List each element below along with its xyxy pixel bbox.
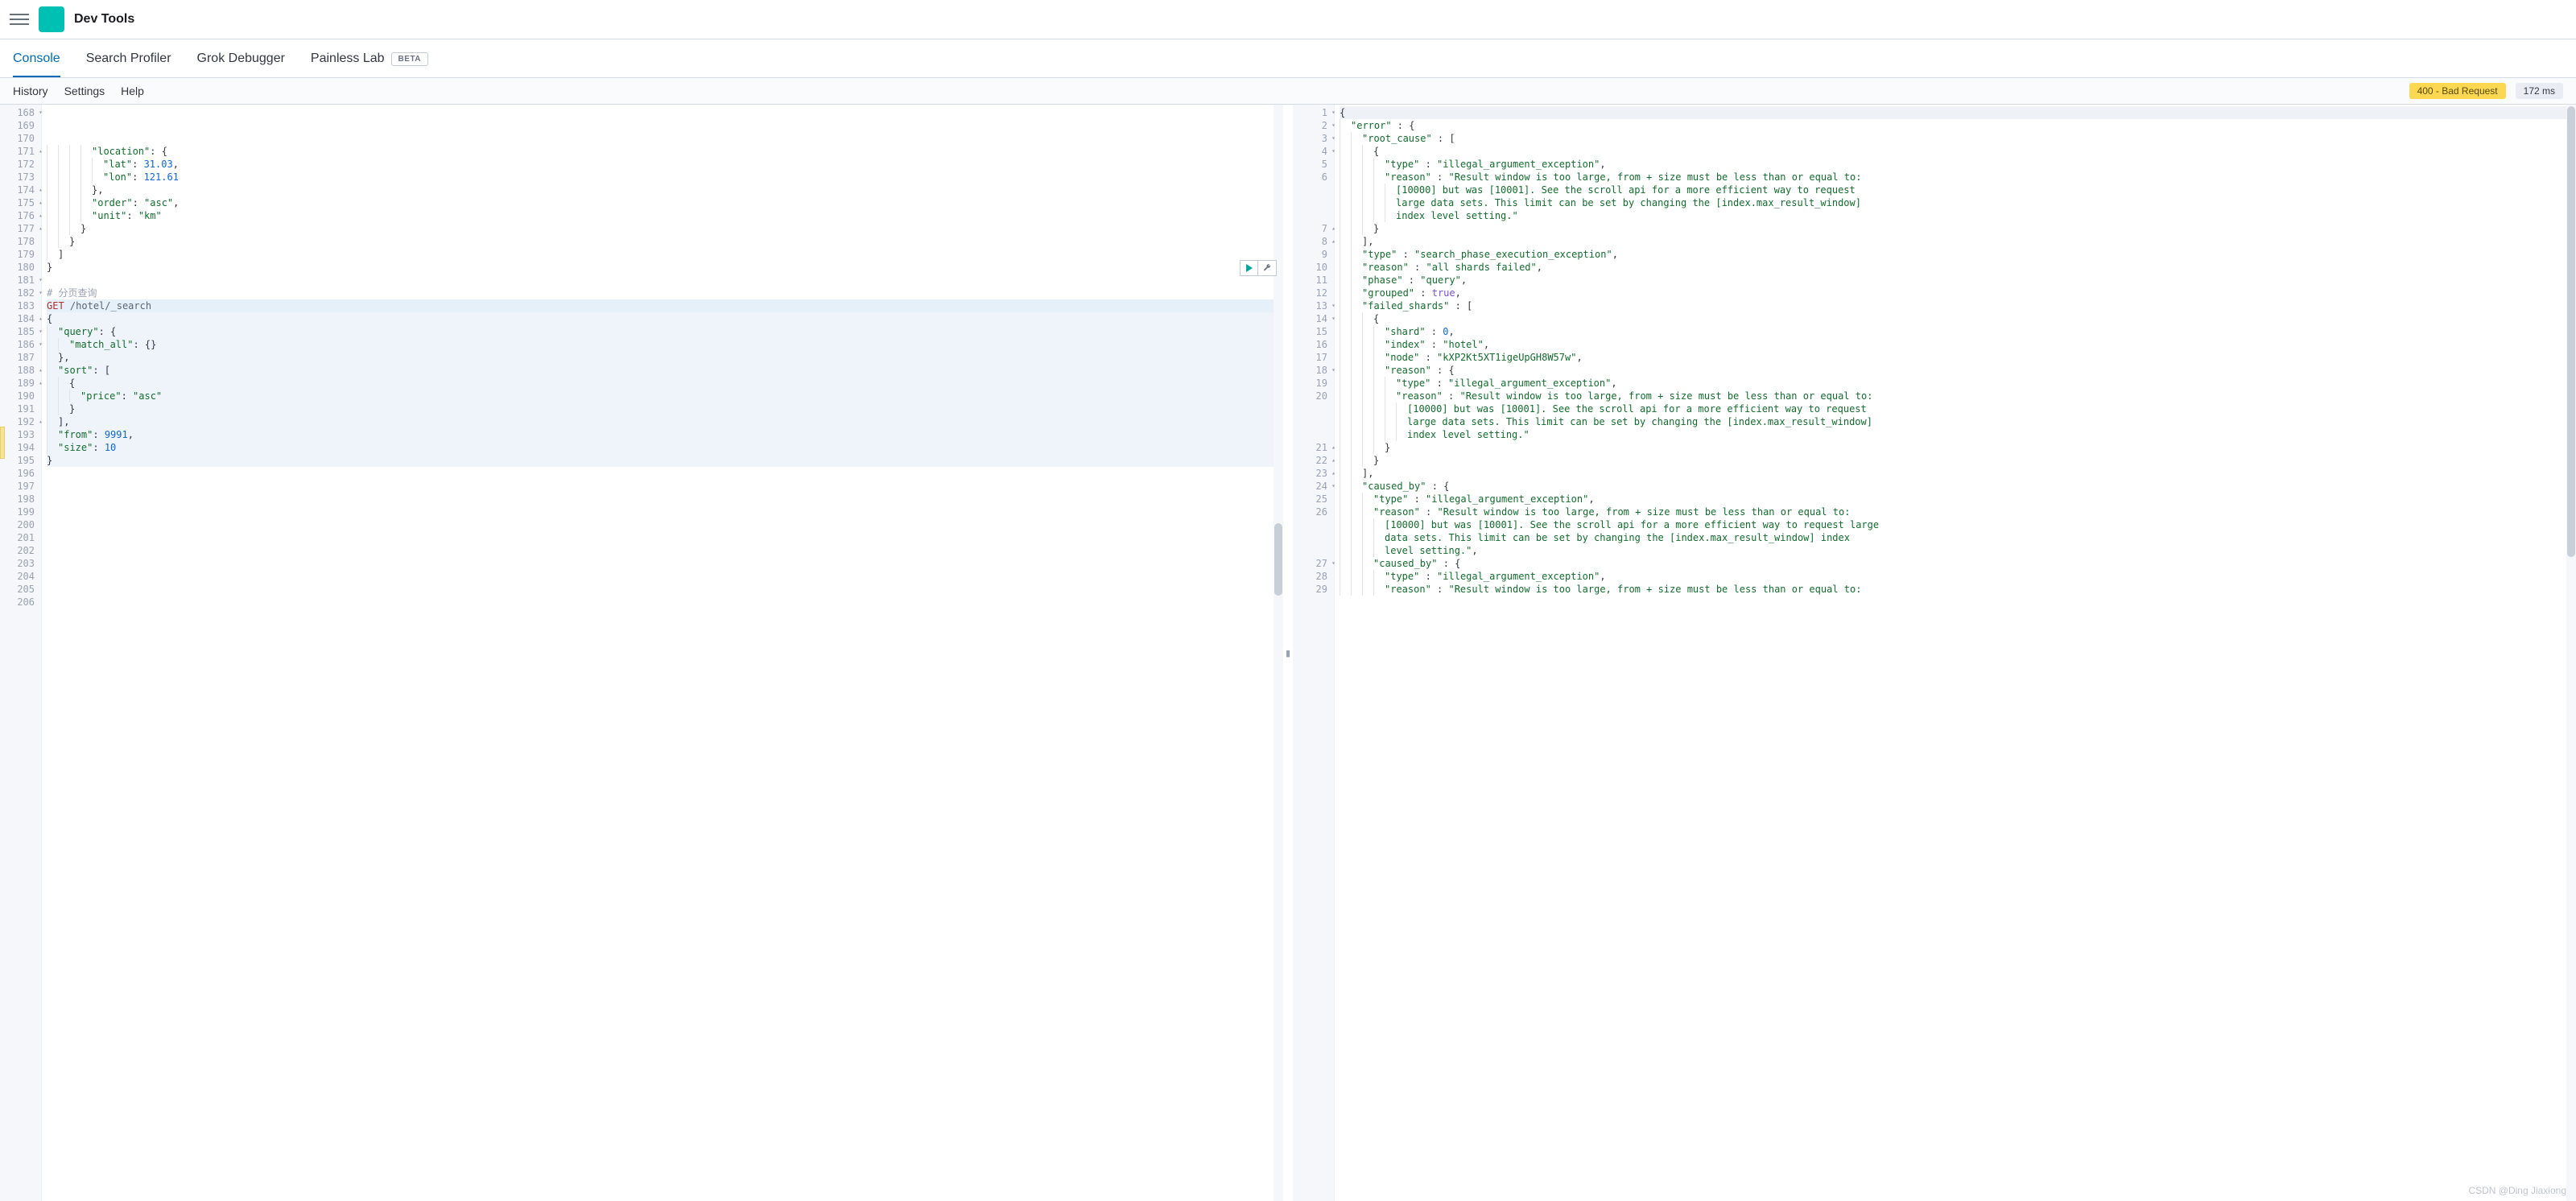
beta-badge: BETA xyxy=(391,52,428,66)
response-gutter: 1234567891011121314151617181920212223242… xyxy=(1293,105,1335,1201)
tab-painless-lab[interactable]: Painless LabBETA xyxy=(311,42,428,77)
request-gutter: 1681691701711721731741751761771781791801… xyxy=(0,105,42,1201)
tab-grok-debugger[interactable]: Grok Debugger xyxy=(197,42,285,77)
top-header: Dev Tools xyxy=(0,0,2576,39)
play-controls xyxy=(1240,260,1277,276)
breadcrumb: Dev Tools xyxy=(74,12,134,27)
subbar-help[interactable]: Help xyxy=(121,85,144,97)
tab-search-profiler[interactable]: Search Profiler xyxy=(86,42,171,77)
subbar-history[interactable]: History xyxy=(13,85,48,97)
timing-badge: 172 ms xyxy=(2516,83,2563,99)
menu-icon[interactable] xyxy=(10,10,29,29)
subbar: History Settings Help 400 - Bad Request 17… xyxy=(0,78,2576,105)
wrench-icon[interactable] xyxy=(1258,261,1276,275)
response-editor[interactable]: {"error" : {"root_cause" : [{"type" : "i… xyxy=(1335,105,2576,1201)
send-request-button[interactable] xyxy=(1241,261,1258,275)
response-scrollbar[interactable] xyxy=(2566,105,2576,1201)
request-pane[interactable]: 1681691701711721731741751761771781791801… xyxy=(0,105,1283,1201)
watermark: CSDN @Ding Jiaxiong xyxy=(2468,1185,2566,1196)
left-rail xyxy=(0,427,5,459)
tab-console[interactable]: Console xyxy=(13,42,60,77)
app-icon[interactable] xyxy=(39,6,64,32)
status-badge: 400 - Bad Request xyxy=(2409,83,2506,99)
tabs: Console Search Profiler Grok Debugger Painl… xyxy=(0,39,2576,78)
pane-splitter[interactable]: ▮ xyxy=(1283,105,1293,1201)
request-editor[interactable]: "location": {"lat": 31.03,"lon": 121.61}… xyxy=(42,105,1283,1201)
subbar-settings[interactable]: Settings xyxy=(64,85,105,97)
response-pane[interactable]: 1234567891011121314151617181920212223242… xyxy=(1293,105,2576,1201)
